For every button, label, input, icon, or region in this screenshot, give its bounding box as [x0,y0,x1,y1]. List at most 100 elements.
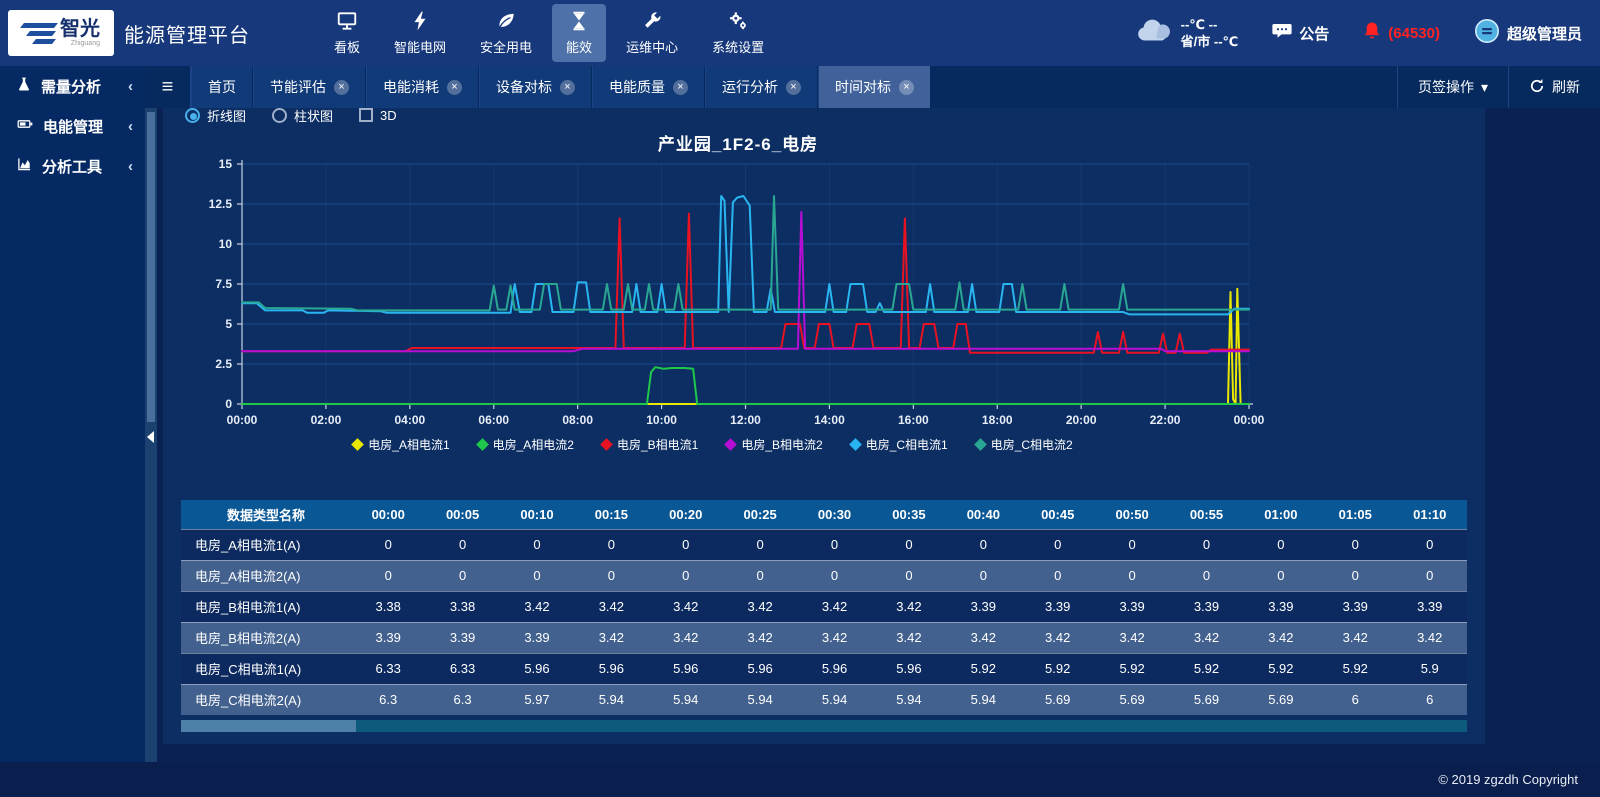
radio-label: 折线图 [207,108,246,125]
value-cell: 0 [500,529,574,560]
value-cell: 3.39 [425,622,499,653]
value-cell: 5.92 [946,653,1020,684]
x-tick-label: 10:00 [646,413,677,427]
sidebar-item-分析工具[interactable]: 分析工具‹ [0,146,145,186]
menu-icon[interactable]: ≡ [145,66,191,108]
nav-item-智能电网[interactable]: 智能电网 [380,4,460,62]
value-cell: 3.39 [1021,591,1095,622]
nav-item-安全用电[interactable]: 安全用电 [466,4,546,62]
table-hscrollbar-track[interactable] [181,720,1467,732]
checkbox-3D[interactable]: 3D [359,108,397,123]
table-col-header: 00:10 [500,500,574,529]
value-cell: 3.42 [574,591,648,622]
x-tick-label: 16:00 [898,413,929,427]
value-cell: 0 [1021,560,1095,591]
legend-item-电房_B相电流2[interactable]: 电房_B相电流2 [726,436,822,453]
value-cell: 5.92 [1318,653,1392,684]
value-cell: 3.42 [797,622,871,653]
value-cell: 5.97 [500,684,574,715]
table-row[interactable]: 电房_C相电流1(A)6.336.335.965.965.965.965.965… [181,653,1467,684]
value-cell: 5.92 [1095,653,1169,684]
nav-item-能效[interactable]: 能效 [552,4,606,62]
leaf-icon [495,10,517,32]
legend-item-电房_A相电流2[interactable]: 电房_A相电流2 [478,436,574,453]
tab-label: 电能质量 [609,77,665,97]
refresh-icon [1529,78,1545,97]
refresh-button[interactable]: 刷新 [1508,66,1600,108]
table-body: 电房_A相电流1(A)000000000000000电房_A相电流2(A)000… [181,529,1467,715]
tab-电能消耗[interactable]: 电能消耗× [366,66,479,108]
tab-operations-button[interactable]: 页签操作 ▾ [1397,66,1508,108]
value-cell: 6.33 [425,653,499,684]
value-cell: 6 [1392,684,1467,715]
value-cell: 6 [1318,684,1392,715]
tab-operations-label: 页签操作 [1418,77,1474,97]
value-cell: 5.69 [1021,684,1095,715]
legend-item-电房_B相电流1[interactable]: 电房_B相电流1 [602,436,698,453]
value-cell: 0 [723,560,797,591]
tab-close-icon[interactable]: × [899,80,914,95]
tab-close-icon[interactable]: × [560,80,575,95]
tab-设备对标[interactable]: 设备对标× [479,66,592,108]
sidebar-item-需量分析[interactable]: 需量分析‹ [0,66,145,106]
line-chart[interactable]: 02.557.51012.51500:0002:0004:0006:0008:0… [171,152,1471,430]
tab-节能评估[interactable]: 节能评估× [253,66,366,108]
table-col-header: 01:10 [1392,500,1467,529]
radio-折线图[interactable]: 折线图 [185,108,246,125]
legend-item-电房_C相电流1[interactable]: 电房_C相电流1 [851,436,948,453]
value-cell: 5.92 [1021,653,1095,684]
value-cell: 5.92 [1169,653,1243,684]
tab-label: 时间对标 [835,77,891,97]
legend-item-电房_A相电流1[interactable]: 电房_A相电流1 [353,436,449,453]
table-col-header: 00:25 [723,500,797,529]
hourglass-icon [568,10,590,32]
sidebar-item-电能管理[interactable]: 电能管理‹ [0,106,145,146]
legend-marker [351,438,364,451]
value-cell: 0 [1021,529,1095,560]
value-cell: 3.38 [425,591,499,622]
table-col-header: 00:15 [574,500,648,529]
table-row[interactable]: 电房_B相电流1(A)3.383.383.423.423.423.423.423… [181,591,1467,622]
y-tick-label: 10 [219,237,233,251]
tab-首页[interactable]: 首页 [191,66,253,108]
value-cell: 3.39 [946,591,1020,622]
value-cell: 5.94 [872,684,946,715]
alerts-button[interactable]: (64530) [1363,21,1440,45]
nav-item-运维中心[interactable]: 运维中心 [612,4,692,62]
nav-item-系统设置[interactable]: 系统设置 [698,4,778,62]
tab-close-icon[interactable]: × [673,80,688,95]
tab-close-icon[interactable]: × [447,80,462,95]
value-cell: 5.96 [872,653,946,684]
nav-item-label: 智能电网 [394,37,446,56]
user-menu[interactable]: 超级管理员 [1474,18,1582,48]
value-cell: 3.39 [500,622,574,653]
sidebar-scrollbar-thumb[interactable] [147,112,155,422]
notice-button[interactable]: 公告 [1272,22,1329,44]
tab-运行分析[interactable]: 运行分析× [705,66,818,108]
sidebar-collapse-handle[interactable] [147,431,154,443]
table-hscrollbar-thumb[interactable] [181,720,356,732]
tab-close-icon[interactable]: × [334,80,349,95]
tab-电能质量[interactable]: 电能质量 × [592,66,705,108]
table-row[interactable]: 电房_B相电流2(A)3.393.393.393.423.423.423.423… [181,622,1467,653]
content-area: 折线图柱状图3D 产业园_1F2-6_电房 02.557.51012.51500… [157,108,1600,762]
value-cell: 5.96 [797,653,871,684]
legend-label: 电房_C相电流2 [991,436,1073,453]
legend-marker [849,438,862,451]
tab-时间对标[interactable]: 时间对标 × [818,66,931,108]
value-cell: 3.39 [1244,591,1318,622]
table-row[interactable]: 电房_C相电流2(A)6.36.35.975.945.945.945.945.9… [181,684,1467,715]
chevron-down-icon: ▾ [1481,79,1488,96]
value-cell: 5.94 [946,684,1020,715]
y-tick-label: 5 [225,317,232,331]
value-cell: 0 [1095,529,1169,560]
nav-item-看板[interactable]: 看板 [320,4,374,62]
checkbox-box [359,108,373,122]
legend-item-电房_C相电流2[interactable]: 电房_C相电流2 [976,436,1073,453]
y-tick-label: 0 [225,397,232,411]
table-row[interactable]: 电房_A相电流2(A)000000000000000 [181,560,1467,591]
table-row[interactable]: 电房_A相电流1(A)000000000000000 [181,529,1467,560]
radio-柱状图[interactable]: 柱状图 [272,108,333,125]
tab-close-icon[interactable]: × [786,80,801,95]
value-cell: 5.69 [1095,684,1169,715]
